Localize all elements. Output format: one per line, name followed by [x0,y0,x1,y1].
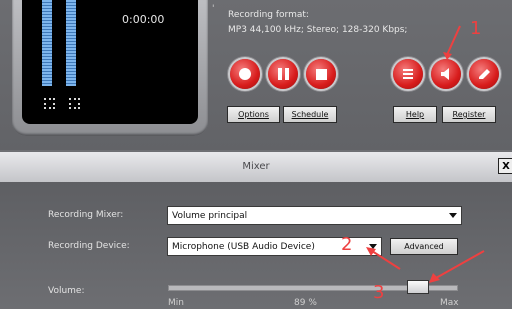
right-level-meter [66,0,76,86]
right-channel-icon [69,98,80,109]
recording-device-label: Recording Device: [48,241,130,251]
volume-label: Volume: [48,286,85,296]
erase-button[interactable] [469,59,499,89]
schedule-button[interactable]: Schedule [283,106,337,123]
annotation-arrow-3 [429,250,485,283]
volume-max-label: Max [440,298,459,308]
speaker-icon [441,68,449,80]
options-button[interactable]: Options [227,106,280,123]
volume-min-label: Min [168,298,184,308]
recording-mixer-select[interactable]: Volume principal [167,206,462,225]
record-icon [239,68,251,80]
annotation-arrow-1 [443,25,461,60]
volume-value: 89 % [294,298,317,308]
stop-icon [315,68,327,80]
level-display: 0:00:00 [22,0,198,124]
annotation-arrow-2 [366,247,401,270]
pointer-icon: ' [212,4,215,14]
help-button[interactable]: Help [393,106,437,123]
mixer-title: Mixer [242,161,270,172]
left-channel-icon [44,98,55,109]
eraser-icon [479,69,490,79]
record-button[interactable] [230,59,260,89]
recording-mixer-value: Volume principal [172,210,248,221]
close-button[interactable]: X [498,158,512,174]
volume-button[interactable] [431,59,461,89]
recording-format-label: Recording format: [228,10,309,20]
recording-device-value: Microphone (USB Audio Device) [172,241,315,252]
register-button[interactable]: Register [442,106,496,123]
elapsed-time: 0:00:00 [122,13,165,26]
playlist-button[interactable] [393,59,423,89]
annotation-3: 3 [373,282,385,303]
annotation-1: 1 [470,18,482,39]
pause-button[interactable] [268,59,298,89]
playlist-icon [403,69,413,79]
left-level-meter [42,0,52,86]
stop-button[interactable] [306,59,336,89]
recording-format-value: MP3 44,100 kHz; Stereo; 128-320 Kbps; [228,25,408,35]
recording-mixer-label: Recording Mixer: [48,210,124,220]
chevron-down-icon [449,213,457,218]
pause-icon [277,68,289,80]
annotation-2: 2 [341,234,353,255]
